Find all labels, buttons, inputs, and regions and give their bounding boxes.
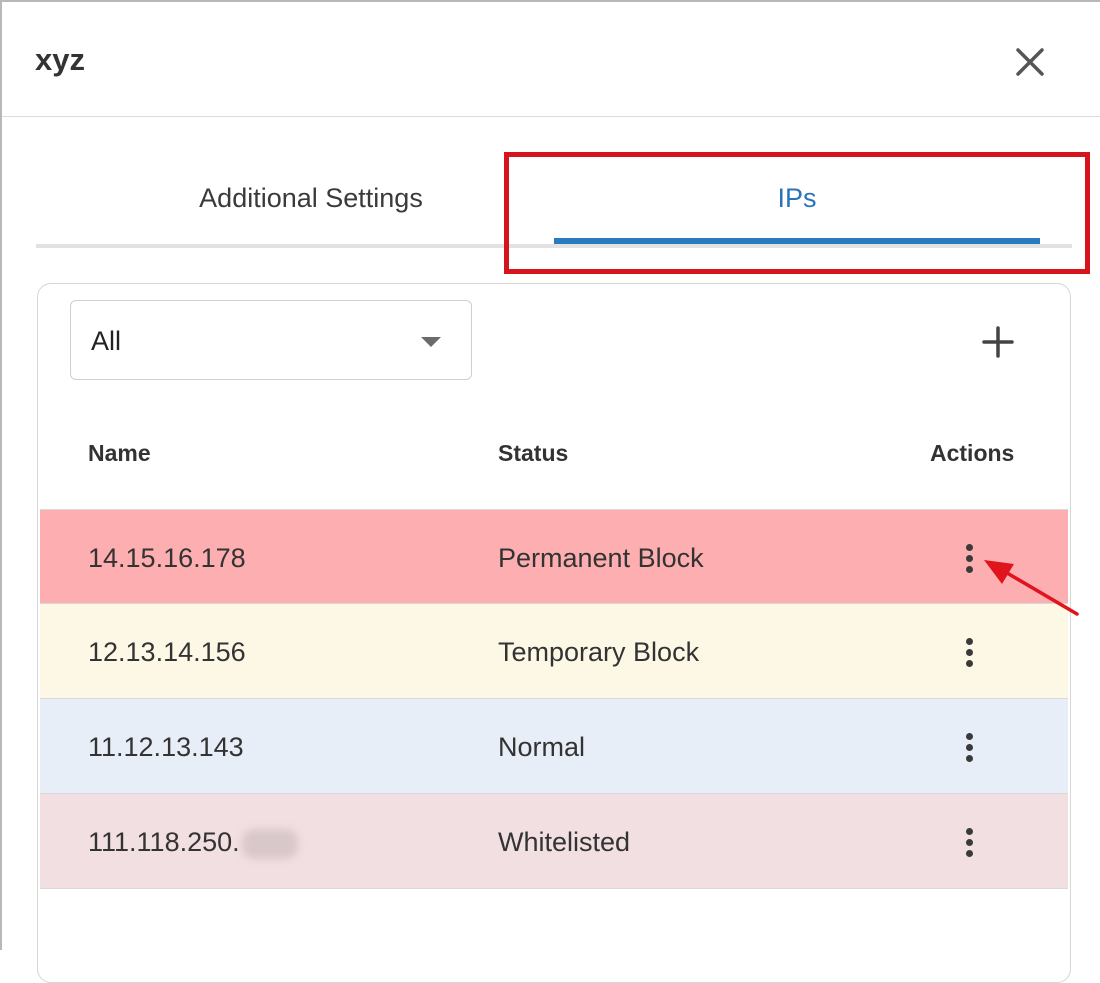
- column-header-actions: Actions: [930, 440, 1015, 466]
- more-vertical-icon: [966, 755, 973, 762]
- table-row: 111.118.250. Whitelisted: [40, 794, 1068, 889]
- status-filter-select[interactable]: All: [70, 300, 472, 380]
- dialog-header: xyz: [2, 2, 1100, 117]
- plus-icon: [982, 326, 1014, 358]
- caret-down-icon: [421, 337, 441, 347]
- tab-bar: Additional Settings IPs: [36, 148, 1072, 250]
- ip-address: 12.13.14.156: [88, 637, 246, 667]
- tab-additional-settings[interactable]: Additional Settings: [36, 176, 586, 220]
- ip-status: Normal: [498, 732, 586, 762]
- tab-ips[interactable]: IPs: [554, 176, 1040, 220]
- more-vertical-icon: [966, 744, 973, 751]
- table-row: 11.12.13.143 Normal: [40, 699, 1068, 794]
- column-header-status: Status: [498, 440, 569, 466]
- more-vertical-icon: [966, 660, 973, 667]
- more-vertical-icon: [966, 733, 973, 740]
- add-ip-button[interactable]: [976, 320, 1020, 364]
- ip-settings-dialog: xyz Additional Settings IPs All Name Sta…: [0, 0, 1100, 983]
- more-vertical-icon: [966, 850, 973, 857]
- ip-status: Temporary Block: [498, 637, 700, 667]
- ip-table-body: 14.15.16.178 Permanent Block 12.13.14.15…: [40, 509, 1068, 889]
- ip-status: Whitelisted: [498, 827, 631, 857]
- more-vertical-icon: [966, 638, 973, 645]
- column-header-name: Name: [88, 440, 151, 466]
- row-actions-button[interactable]: [956, 822, 984, 862]
- close-button[interactable]: [1010, 42, 1050, 82]
- ip-status: Permanent Block: [498, 543, 704, 573]
- tab-divider: [36, 244, 1072, 248]
- more-vertical-icon: [966, 566, 973, 573]
- active-tab-indicator: [554, 238, 1040, 244]
- redaction-blur: [241, 828, 298, 859]
- row-actions-button[interactable]: [956, 632, 984, 672]
- filter-selected-value: All: [91, 326, 122, 356]
- table-row: 12.13.14.156 Temporary Block: [40, 604, 1068, 699]
- row-actions-button[interactable]: [956, 727, 984, 767]
- ip-address: 11.12.13.143: [88, 732, 244, 762]
- more-vertical-icon: [966, 555, 973, 562]
- close-icon: [1016, 48, 1044, 76]
- ip-address-redacted: 111.118.250.: [88, 824, 298, 860]
- row-actions-button[interactable]: [956, 538, 984, 578]
- dialog-title: xyz: [35, 42, 85, 77]
- more-vertical-icon: [966, 839, 973, 846]
- table-row: 14.15.16.178 Permanent Block: [40, 509, 1068, 604]
- more-vertical-icon: [966, 649, 973, 656]
- more-vertical-icon: [966, 828, 973, 835]
- more-vertical-icon: [966, 544, 973, 551]
- ip-address: 14.15.16.178: [88, 543, 246, 573]
- ip-address: 111.118.250.: [88, 827, 240, 857]
